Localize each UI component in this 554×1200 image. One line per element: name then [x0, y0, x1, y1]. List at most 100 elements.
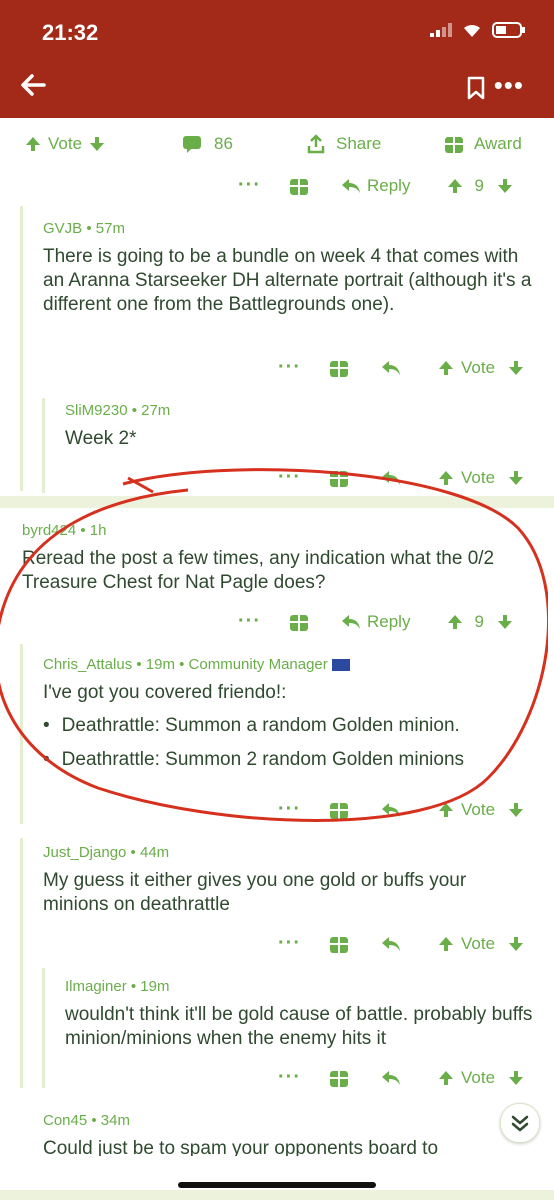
- share-icon: [307, 134, 325, 154]
- upvote-icon[interactable]: [437, 935, 455, 953]
- reply-icon[interactable]: [381, 801, 401, 819]
- thread-divider: [0, 496, 554, 508]
- comment-just-django: Just_Django • 44m My guess it either giv…: [43, 844, 533, 917]
- comment-byrd424: byrd424 • 1h Reread the post a few times…: [22, 522, 532, 595]
- reply-icon[interactable]: [341, 613, 361, 631]
- gift-icon[interactable]: [289, 612, 309, 632]
- status-time: 21:32: [42, 20, 99, 45]
- gift-icon[interactable]: [289, 176, 309, 196]
- reply-label[interactable]: Reply: [367, 612, 410, 632]
- post-vote-label: Vote: [48, 134, 83, 153]
- home-indicator: [178, 1182, 376, 1188]
- reply-icon[interactable]: [381, 935, 401, 953]
- comment-body: Reread the post a few times, any indicat…: [22, 548, 495, 593]
- flag-icon: [331, 659, 350, 672]
- comment-meta[interactable]: GVJB • 57m: [43, 220, 533, 237]
- upvote-icon[interactable]: [437, 359, 455, 377]
- comment-meta[interactable]: Chris_Attalus • 19m • Community Manager: [43, 656, 533, 673]
- more-icon[interactable]: ···: [238, 174, 261, 197]
- comment-ilmaginer: Ilmaginer • 19m wouldn't think it'll be …: [65, 978, 535, 1051]
- reply-icon[interactable]: [381, 469, 401, 487]
- comment-body: Week 2*: [65, 428, 137, 449]
- reply-icon[interactable]: [381, 1069, 401, 1087]
- thread-line: [42, 398, 45, 493]
- upvote-icon[interactable]: [437, 469, 455, 487]
- app-header: 21:32 •••: [0, 0, 554, 118]
- downvote-icon[interactable]: [496, 613, 514, 631]
- comment-body: My guess it either gives you one gold or…: [43, 870, 467, 915]
- comment-meta[interactable]: byrd424 • 1h: [22, 522, 532, 539]
- gift-icon: [445, 137, 463, 153]
- comment-body: There is going to be a bundle on week 4 …: [43, 246, 532, 315]
- vote-score: 9: [474, 611, 484, 631]
- share-button[interactable]: Share: [306, 134, 381, 154]
- downvote-icon[interactable]: [507, 1069, 525, 1087]
- comment-bubble-icon: [183, 136, 201, 153]
- thread-line: [42, 968, 45, 1088]
- comment-slim9230: SliM9230 • 27m Week 2*: [65, 402, 535, 451]
- more-icon[interactable]: ···: [278, 356, 301, 379]
- bullet-list: • Deathrattle: Summon a random Golden min…: [43, 715, 533, 771]
- comments-count-button[interactable]: 86: [182, 134, 233, 154]
- comment-meta[interactable]: SliM9230 • 27m: [65, 402, 535, 419]
- gift-icon[interactable]: [329, 468, 349, 488]
- reply-icon[interactable]: [381, 359, 401, 377]
- downvote-icon[interactable]: [507, 935, 525, 953]
- vote-label: Vote: [460, 1067, 496, 1087]
- comment-action-row: ··· Vote: [278, 356, 525, 379]
- more-icon[interactable]: ···: [278, 798, 301, 821]
- downvote-icon[interactable]: [88, 135, 106, 153]
- comment-action-row: ··· Vote: [278, 932, 525, 955]
- downvote-icon[interactable]: [507, 359, 525, 377]
- downvote-icon[interactable]: [507, 801, 525, 819]
- award-button[interactable]: Award: [444, 134, 522, 154]
- status-icons: [430, 22, 526, 38]
- back-arrow-icon[interactable]: [18, 70, 48, 100]
- gift-icon[interactable]: [329, 800, 349, 820]
- scroll-down-button[interactable]: [500, 1103, 540, 1143]
- more-options-icon[interactable]: •••: [494, 70, 524, 101]
- post-vote-button[interactable]: Vote: [24, 134, 106, 154]
- comment-body: Could just be to spam your opponents boa…: [43, 1138, 439, 1156]
- gift-icon[interactable]: [329, 358, 349, 378]
- vote-label: Vote: [460, 799, 496, 819]
- downvote-icon[interactable]: [507, 469, 525, 487]
- thread-line: [20, 644, 23, 824]
- downvote-icon[interactable]: [496, 177, 514, 195]
- comment-meta[interactable]: Ilmaginer • 19m: [65, 978, 535, 995]
- comment-con45: Con45 • 34m Could just be to spam your o…: [43, 1112, 483, 1156]
- comment-body: wouldn't think it'll be gold cause of ba…: [65, 1004, 533, 1049]
- upvote-icon[interactable]: [437, 801, 455, 819]
- comment-meta[interactable]: Just_Django • 44m: [43, 844, 533, 861]
- comment-meta[interactable]: Con45 • 34m: [43, 1112, 483, 1129]
- upvote-icon[interactable]: [446, 177, 464, 195]
- comment-action-row: ··· Reply 9: [238, 174, 514, 197]
- list-item: • Deathrattle: Summon 2 random Golden min…: [43, 749, 465, 770]
- more-icon[interactable]: ···: [278, 466, 301, 489]
- more-icon[interactable]: ···: [278, 1066, 301, 1089]
- reply-label[interactable]: Reply: [367, 176, 410, 196]
- share-label: Share: [336, 134, 382, 153]
- comment-action-row: ··· Vote: [278, 1066, 525, 1089]
- vote-label: Vote: [460, 933, 496, 953]
- comment-chris-attalus: Chris_Attalus • 19m • Community Manager …: [43, 656, 533, 783]
- upvote-icon[interactable]: [437, 1069, 455, 1087]
- vote-label: Vote: [460, 467, 496, 487]
- wifi-icon: [464, 24, 480, 37]
- vote-score: 9: [474, 175, 484, 195]
- bookmark-icon[interactable]: [466, 76, 486, 100]
- signal-icon: [430, 23, 452, 37]
- upvote-icon[interactable]: [24, 135, 42, 153]
- comment-action-row: ··· Reply 9: [238, 610, 514, 633]
- comment-action-row: ··· Vote: [278, 798, 525, 821]
- gift-icon[interactable]: [329, 934, 349, 954]
- vote-label: Vote: [460, 357, 496, 377]
- comment-action-row: ··· Vote: [278, 466, 525, 489]
- double-chevron-down-icon: [511, 1115, 529, 1132]
- battery-icon: [492, 22, 525, 38]
- more-icon[interactable]: ···: [278, 932, 301, 955]
- more-icon[interactable]: ···: [238, 610, 261, 633]
- upvote-icon[interactable]: [446, 613, 464, 631]
- reply-icon[interactable]: [341, 177, 361, 195]
- gift-icon[interactable]: [329, 1068, 349, 1088]
